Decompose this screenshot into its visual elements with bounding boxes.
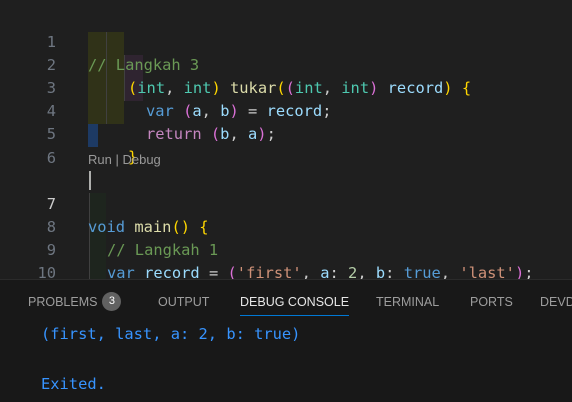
tab-output[interactable]: OUTPUT xyxy=(158,280,209,324)
tab-terminal[interactable]: TERMINAL xyxy=(376,280,439,324)
code-line-5: 5 } xyxy=(0,100,572,166)
codelens: Run | Debug xyxy=(88,150,161,169)
code-editor[interactable]: 1 // Langkah 3 2 (int, int) tukar((int, … xyxy=(0,0,572,279)
tab-label: DEBUG CONSOLE xyxy=(240,295,350,309)
code-line-9: 9 var record = ('first', a: 2, b: true, … xyxy=(0,216,572,279)
console-output-line: (first, last, a: 2, b: true) xyxy=(41,325,301,343)
code-line-1: 1 // Langkah 3 xyxy=(0,8,572,74)
panel-tab-bar: PROBLEMS 3 OUTPUT DEBUG CONSOLE TERMINAL … xyxy=(0,280,572,324)
codelens-separator: | xyxy=(111,152,123,167)
tab-label: PROBLEMS xyxy=(28,295,98,309)
codelens-debug-link[interactable]: Debug xyxy=(122,152,160,167)
code-line-7: 7 void main() { xyxy=(0,170,572,236)
code-line-11: 11 xyxy=(0,263,572,279)
tab-label: DEVD xyxy=(540,295,572,309)
tab-label: OUTPUT xyxy=(158,295,210,309)
tab-label: PORTS xyxy=(470,295,513,309)
code-line-8: 8 // Langkah 1 xyxy=(0,193,572,259)
tab-devtools[interactable]: DEVD xyxy=(540,280,572,324)
problems-count-badge: 3 xyxy=(102,292,122,312)
tab-debug-console[interactable]: DEBUG CONSOLE xyxy=(240,280,350,324)
tab-label: TERMINAL xyxy=(376,295,440,309)
line-number: 6 xyxy=(46,149,56,167)
code-line-10: 10 print(record); xyxy=(0,239,572,279)
code-line-3: 3 var (a, b) = record; xyxy=(0,54,572,120)
tab-problems[interactable]: PROBLEMS 3 xyxy=(28,280,122,324)
code-line-2: 2 (int, int) tukar((int, int) record) { xyxy=(0,31,572,97)
codelens-run-link[interactable]: Run xyxy=(88,152,112,167)
code-line-4: 4 return (b, a); xyxy=(0,77,572,143)
code-line-6: 6 xyxy=(0,124,572,167)
bottom-panel: PROBLEMS 3 OUTPUT DEBUG CONSOLE TERMINAL … xyxy=(0,279,572,402)
console-output-line: Exited. xyxy=(41,375,106,393)
text-cursor xyxy=(89,171,91,190)
tab-ports[interactable]: PORTS xyxy=(470,280,513,324)
